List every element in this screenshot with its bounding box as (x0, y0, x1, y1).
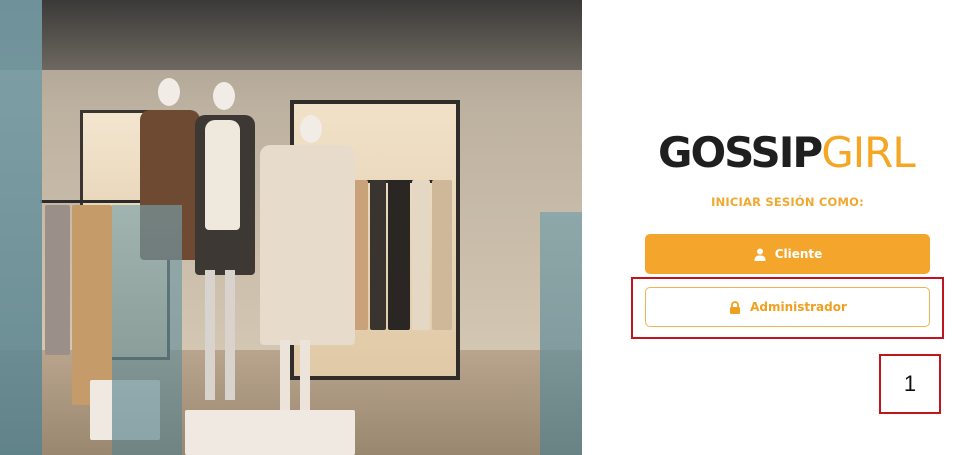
login-page: GOSSIP GIRL INICIAR SESIÓN COMO: Cliente … (0, 0, 956, 455)
user-icon (753, 247, 767, 261)
store-photo (0, 0, 582, 455)
admin-highlight-box (631, 277, 944, 339)
annotation-number-box: 1 (879, 354, 941, 414)
login-subtitle: INICIAR SESIÓN COMO: (711, 195, 864, 209)
logo-text-bold: GOSSIP (658, 128, 823, 177)
brand-logo: GOSSIP GIRL (658, 128, 928, 178)
cliente-login-button[interactable]: Cliente (645, 234, 930, 274)
cliente-button-label: Cliente (774, 247, 823, 261)
logo-text-light: GIRL (821, 128, 916, 177)
